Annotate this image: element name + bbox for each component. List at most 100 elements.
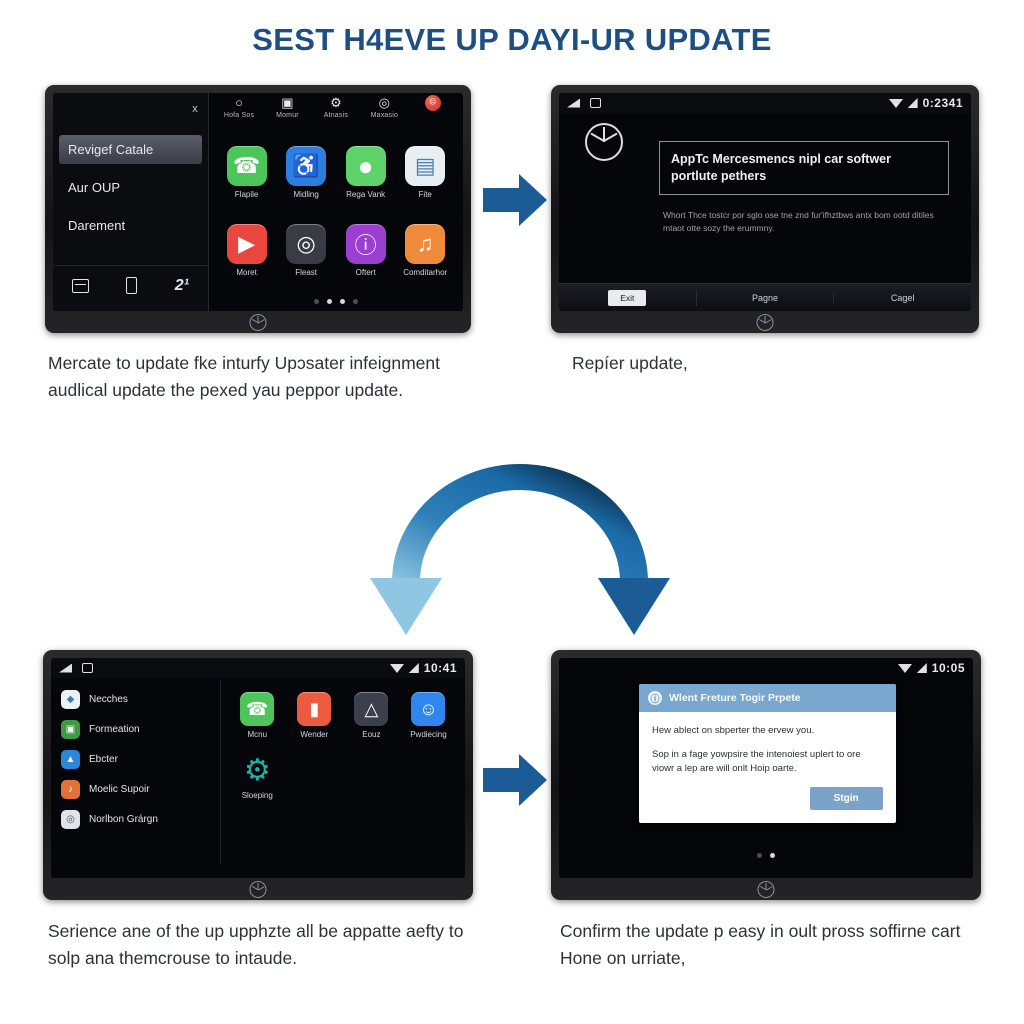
panel1-main[interactable]: ○ Hofa Sos ▣ Momur ⚙ Atnasis ◎ Maxasio ☹…	[209, 93, 463, 311]
panel-2-update-prompt[interactable]: 0:2341 AppTc Mercesmencs nipl car softwe…	[551, 85, 979, 333]
top-icon-1[interactable]: ▣ Momur	[263, 94, 311, 120]
page-dot[interactable]	[313, 299, 319, 304]
head-unit-bezel: x Revigef Catale Aur OUP Darement 2¹ ○ H…	[45, 85, 471, 333]
app-tile-5[interactable]: ◎ Fleast	[276, 211, 336, 289]
app-tile-2-label: Rega Vank	[346, 189, 386, 199]
top-icon-2[interactable]: ⚙ Atnasis	[312, 94, 360, 120]
volume-icon	[567, 98, 580, 108]
cagel-button[interactable]: Cagel	[834, 293, 971, 303]
head-unit-bezel: 0:2341 AppTc Mercesmencs nipl car softwe…	[551, 85, 979, 333]
panel1-app-grid[interactable]: ☎ Flapile ♿ Midling ● Rega Vank ▤ Fite ▶…	[209, 133, 463, 289]
phone-app-icon: ☎	[226, 145, 267, 186]
pagne-button[interactable]: Pagne	[697, 292, 835, 303]
panel3-list[interactable]: ◆ Necches ▣ Formeation ▲ Ebcter ♪ Moelic…	[51, 680, 221, 864]
page-dot[interactable]	[326, 299, 332, 304]
list-item-1[interactable]: ▣ Formeation	[61, 720, 220, 739]
mercedes-star-logo	[756, 314, 774, 331]
list-item-3[interactable]: ♪ Moelic Supoir	[61, 780, 220, 799]
page-dot[interactable]	[352, 299, 358, 304]
music-list-icon: ♪	[61, 780, 80, 799]
p3-app-tile-4[interactable]: ⚙ Sloeping	[229, 753, 286, 801]
camera-app-icon: ◎	[286, 223, 327, 264]
p3-app-tile-3[interactable]: ☺ Pwdiecing	[400, 692, 457, 739]
panel-1-home-screen[interactable]: x Revigef Catale Aur OUP Darement 2¹ ○ H…	[45, 85, 471, 333]
card-icon[interactable]	[71, 278, 89, 293]
app-tile-6[interactable]: ⓘ Oftert	[336, 211, 396, 289]
panel-3-app-list[interactable]: 10:41 ◆ Necches ▣ Formeation ▲ Ebcter ♪	[43, 650, 473, 900]
top-icon-3-label: Maxasio	[370, 112, 399, 119]
assistant-app-icon: ☺	[411, 692, 446, 726]
mercedes-star-logo	[249, 314, 267, 331]
info-app-icon: ⓘ	[345, 223, 386, 264]
panel1-top-icon-row[interactable]: ○ Hofa Sos ▣ Momur ⚙ Atnasis ◎ Maxasio ☹	[209, 95, 463, 131]
update-body-text: Whort Thce tostcr por sglo ose tne znd f…	[663, 210, 934, 233]
screen[interactable]: 0:2341 AppTc Mercesmencs nipl car softwe…	[559, 93, 971, 311]
sidebar-item-0[interactable]: Revigef Catale	[59, 135, 202, 164]
sign-button[interactable]: Stgin	[809, 787, 883, 811]
list-item-4[interactable]: ◎ Norlbon Grárgn	[61, 810, 220, 829]
wifi-icon	[888, 98, 903, 108]
screen[interactable]: 10:05 ⓘ Wlent Freture Togir Prpete Hew a…	[559, 658, 973, 878]
p3-app-tile-2-label: Eouz	[362, 730, 381, 739]
panel1-dock[interactable]: 2¹	[53, 265, 208, 305]
top-icon-4[interactable]: ☹	[409, 95, 457, 111]
dialog-body-line-0: Hew ablect on sbperter the ervew you.	[652, 725, 815, 736]
screen-icon	[590, 98, 601, 108]
sidebar-item-2[interactable]: Darement	[59, 211, 202, 240]
navigation-app-icon: △	[354, 692, 389, 726]
phone-device-icon[interactable]	[126, 277, 138, 294]
app-tile-2[interactable]: ● Rega Vank	[336, 133, 396, 211]
panel4-page-dots[interactable]	[559, 853, 973, 858]
app-tile-1[interactable]: ♿ Midling	[276, 133, 336, 211]
panel1-page-dots[interactable]	[209, 299, 463, 304]
app-tile-0[interactable]: ☎ Flapile	[217, 133, 277, 211]
screen[interactable]: x Revigef Catale Aur OUP Darement 2¹ ○ H…	[53, 93, 463, 311]
caption-panel-1: Mercate to update fke inturfy Upɔsater i…	[48, 353, 441, 401]
p3-app-tile-0[interactable]: ☎ Mcnu	[229, 692, 286, 739]
list-item-0-label: Necches	[89, 694, 128, 705]
page-dot[interactable]	[339, 299, 345, 304]
confirm-dialog[interactable]: ⓘ Wlent Freture Togir Prpete Hew ablect …	[639, 684, 896, 824]
p3-app-tile-1[interactable]: ▮ Wender	[286, 692, 343, 739]
panel3-app-area[interactable]: ☎ Mcnu ▮ Wender △ Eouz ☺ Pwdiecing ⚙ Slo…	[221, 680, 465, 864]
accessibility-app-icon: ♿	[286, 145, 327, 186]
screen[interactable]: 10:41 ◆ Necches ▣ Formeation ▲ Ebcter ♪	[51, 658, 465, 878]
panel2-button-bar[interactable]: Exit Pagne Cagel	[559, 283, 971, 311]
media-app-icon: ▶	[226, 223, 267, 264]
top-icon-0[interactable]: ○ Hofa Sos	[215, 95, 263, 119]
panel-4-confirm-dialog[interactable]: 10:05 ⓘ Wlent Freture Togir Prpete Hew a…	[551, 650, 981, 900]
signal-icon	[916, 663, 927, 673]
sidebar-item-1[interactable]: Aur OUP	[59, 173, 202, 202]
panel1-sidebar[interactable]: x Revigef Catale Aur OUP Darement 2¹	[53, 93, 209, 311]
wifi-icon	[897, 663, 912, 673]
app-tile-1-label: Midling	[293, 189, 319, 199]
two-one-icon[interactable]: 2¹	[175, 277, 189, 295]
arrow-right-icon-bottom	[483, 754, 547, 806]
caption-panel-4: Confirm the update p easy in oult pross …	[560, 921, 961, 969]
p3-app-tile-2[interactable]: △ Eouz	[343, 692, 400, 739]
close-icon[interactable]: x	[192, 103, 198, 115]
shield-icon: ○	[235, 95, 243, 110]
list-item-0[interactable]: ◆ Necches	[61, 690, 220, 709]
panel1-sidebar-list[interactable]: Revigef Catale Aur OUP Darement	[59, 135, 202, 249]
top-icon-3[interactable]: ◎ Maxasio	[360, 95, 408, 120]
card-small-icon: ▣	[281, 94, 294, 110]
list-item-3-label: Moelic Supoir	[89, 784, 150, 795]
gear-icon: ⚙	[330, 94, 342, 110]
status-time: 10:41	[423, 661, 457, 675]
page-dot[interactable]	[757, 853, 762, 858]
arrow-right-icon-top	[483, 174, 547, 226]
exit-button[interactable]: Exit	[559, 289, 697, 306]
app-tile-4[interactable]: ▶ Moret	[217, 211, 277, 289]
page-dot[interactable]	[770, 853, 775, 858]
mercedes-star-logo	[585, 123, 623, 161]
top-icon-1-label: Momur	[276, 112, 299, 119]
dialog-title-bar: ⓘ Wlent Freture Togir Prpete	[639, 684, 896, 712]
app-tile-3[interactable]: ▤ Fite	[395, 133, 455, 211]
list-item-2[interactable]: ▲ Ebcter	[61, 750, 220, 769]
compass-list-icon: ◎	[61, 810, 80, 829]
top-icon-0-label: Hofa Sos	[223, 112, 255, 119]
panel3-app-grid[interactable]: ☎ Mcnu ▮ Wender △ Eouz ☺ Pwdiecing ⚙ Slo…	[221, 680, 465, 800]
caption-panel-3: Serience ane of the up upphzte all be ap…	[48, 921, 464, 969]
app-tile-7[interactable]: ♫ Comditarhor	[395, 211, 455, 289]
